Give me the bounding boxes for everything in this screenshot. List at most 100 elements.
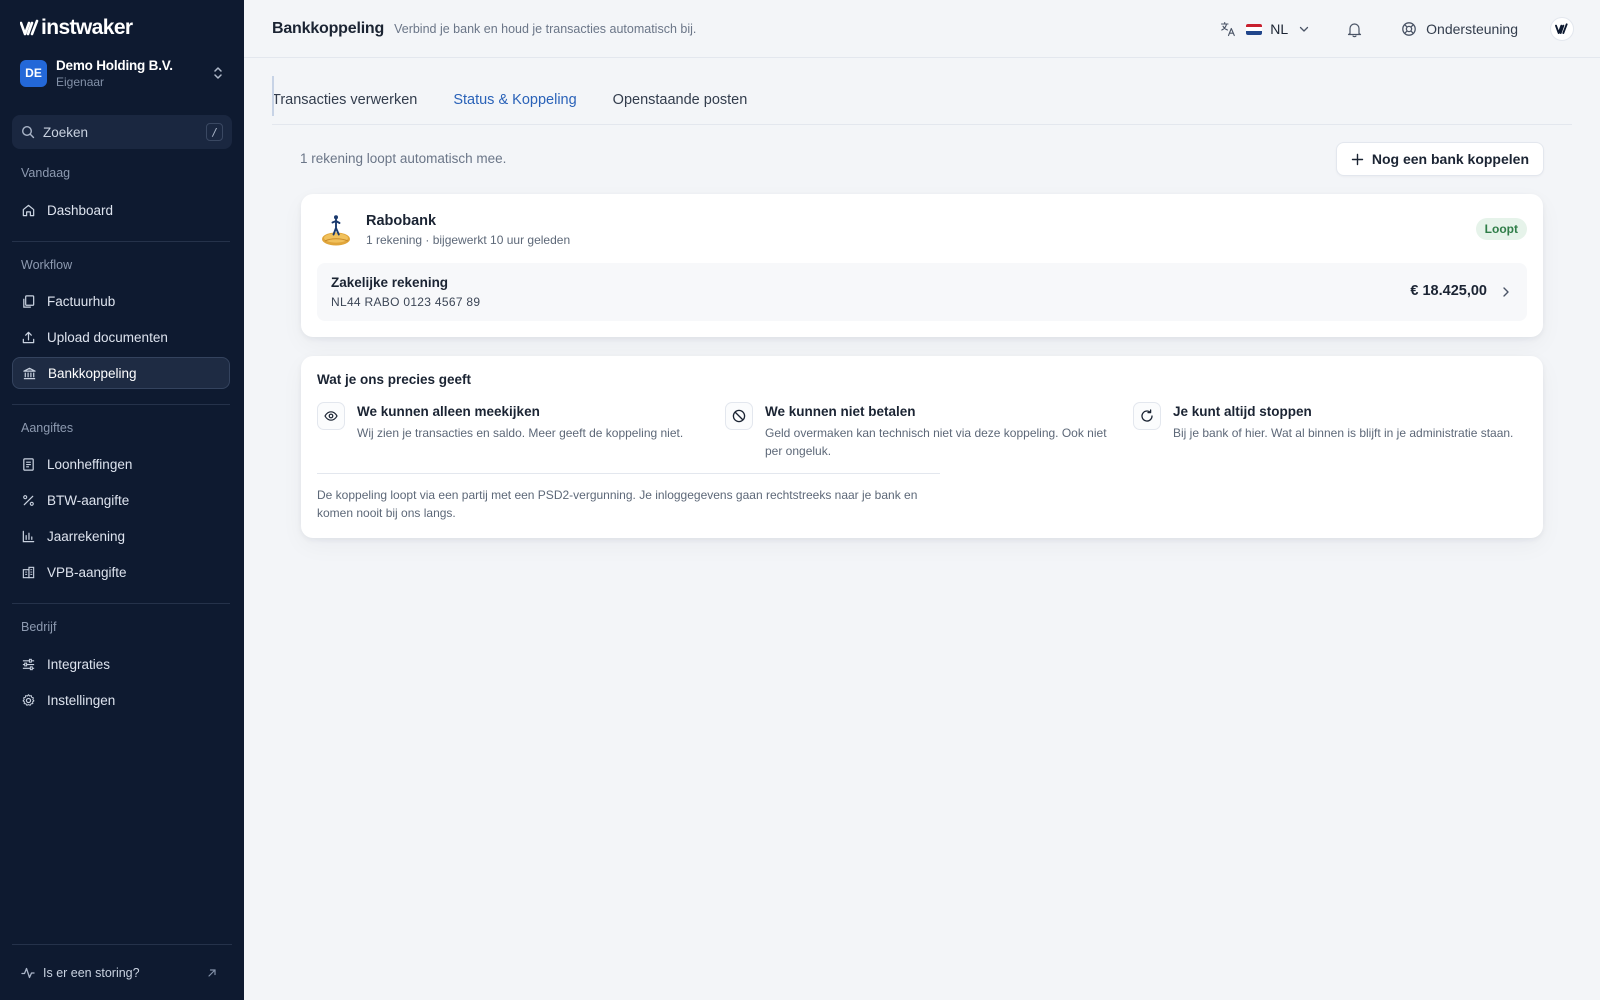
permissions-info-card: Wat je ons precies geeft We kunnen allee… xyxy=(301,356,1543,538)
sidebar-item-label: Loonheffingen xyxy=(47,456,133,472)
support-label: Ondersteuning xyxy=(1426,21,1518,37)
org-name: Demo Holding B.V. xyxy=(56,57,173,73)
sidebar: instwaker DE Demo Holding B.V. Eigenaar … xyxy=(0,0,244,1000)
sidebar-item-btw-aangifte[interactable]: BTW-aangifte xyxy=(12,484,230,516)
logo-mark-icon xyxy=(1555,23,1568,34)
sidebar-item-dashboard[interactable]: Dashboard xyxy=(12,194,230,226)
section-label-workflow: Workflow xyxy=(21,258,73,272)
tab-transacties-verwerken[interactable]: Transacties verwerken xyxy=(272,92,417,108)
sidebar-item-upload-documenten[interactable]: Upload documenten xyxy=(12,321,230,353)
language-selector[interactable]: NL xyxy=(1220,21,1310,37)
sidebar-divider xyxy=(12,241,230,242)
brand-name: instwaker xyxy=(41,16,133,39)
accounts-count-text: 1 rekening loopt automatisch mee. xyxy=(300,151,507,166)
building-icon xyxy=(22,566,35,578)
account-balance: € 18.425,00 xyxy=(1410,283,1487,299)
activity-icon xyxy=(21,967,35,978)
files-icon xyxy=(23,294,35,308)
sidebar-item-integraties[interactable]: Integraties xyxy=(12,648,230,680)
search-shortcut: / xyxy=(206,123,223,141)
sidebar-item-label: Instellingen xyxy=(47,692,116,708)
sidebar-item-instellingen[interactable]: Instellingen xyxy=(12,684,230,716)
dutch-flag-icon xyxy=(1246,23,1263,35)
feature-description: Wij zien je transacties en saldo. Meer g… xyxy=(357,426,684,440)
account-row[interactable]: Zakelijke rekening NL44 RABO 0123 4567 8… xyxy=(317,263,1527,321)
sidebar-item-label: Upload documenten xyxy=(47,329,168,345)
sidebar-item-factuurhub[interactable]: Factuurhub xyxy=(12,285,230,317)
bar-chart-icon xyxy=(22,530,35,542)
sidebar-item-vpb-aangifte[interactable]: VPB-aangifte xyxy=(12,556,230,588)
rabobank-logo-icon xyxy=(322,215,350,246)
chevron-right-icon xyxy=(1503,287,1509,297)
org-role: Eigenaar xyxy=(56,74,105,89)
user-avatar[interactable] xyxy=(1550,17,1574,41)
sidebar-item-label: VPB-aangifte xyxy=(47,564,127,580)
psd2-note: De koppeling loopt via een partij met ee… xyxy=(317,488,918,520)
sidebar-item-label: Jaarrekening xyxy=(47,528,126,544)
page-subtitle: Verbind je bank en houd je transacties a… xyxy=(394,21,697,36)
tab-marker xyxy=(272,76,274,116)
feature-description: Geld overmaken kan technisch niet via de… xyxy=(765,426,1107,458)
sidebar-item-label: Factuurhub xyxy=(47,293,116,309)
sidebar-item-label: BTW-aangifte xyxy=(47,492,130,508)
tab-status-koppeling[interactable]: Status & Koppeling xyxy=(453,92,576,108)
percent-icon xyxy=(23,494,34,506)
tab-openstaande-posten[interactable]: Openstaande posten xyxy=(613,92,748,108)
sidebar-item-loonheffingen[interactable]: Loonheffingen xyxy=(12,448,230,480)
sliders-icon xyxy=(22,658,35,670)
status-badge: Loopt xyxy=(1475,218,1527,240)
logo-mark-icon xyxy=(20,19,39,36)
outage-status-label: Is er een storing? xyxy=(43,965,140,980)
search-icon xyxy=(21,125,35,139)
feature-icon-box xyxy=(725,402,753,430)
add-bank-label: Nog een bank koppelen xyxy=(1371,151,1529,167)
feature-icon-box xyxy=(317,402,345,430)
account-iban: NL44 RABO 0123 4567 89 xyxy=(331,295,481,309)
section-label-aangiftes: Aangiftes xyxy=(21,421,74,435)
bell-icon[interactable] xyxy=(1346,21,1363,38)
list-doc-icon xyxy=(23,457,34,471)
bank-meta: 1 rekening · bijgewerkt 10 uur geleden xyxy=(366,233,571,247)
feature-title: Je kunt altijd stoppen xyxy=(1173,404,1312,419)
tab-bar: Transacties verwerken Status & Koppeling… xyxy=(272,76,1572,125)
add-bank-button[interactable]: Nog een bank koppelen xyxy=(1335,142,1544,176)
feature-title: We kunnen niet betalen xyxy=(765,404,916,419)
outage-status-link[interactable]: Is er een storing? xyxy=(12,944,232,1000)
external-arrow-icon xyxy=(208,968,216,977)
account-name: Zakelijke rekening xyxy=(331,275,449,290)
home-icon xyxy=(22,204,35,216)
sidebar-item-label: Integraties xyxy=(47,656,111,672)
sidebar-divider xyxy=(12,404,230,405)
brand-logo[interactable]: instwaker xyxy=(20,16,133,40)
section-label-vandaag: Vandaag xyxy=(21,166,71,180)
sidebar-item-label: Bankkoppeling xyxy=(48,365,137,381)
org-switcher[interactable]: DE Demo Holding B.V. Eigenaar xyxy=(12,52,232,94)
ban-icon xyxy=(732,409,746,423)
search-input[interactable]: Zoeken / xyxy=(12,115,232,149)
translate-icon xyxy=(1221,21,1236,37)
eye-icon xyxy=(324,411,338,421)
feature-title: We kunnen alleen meekijken xyxy=(357,404,540,419)
upload-icon xyxy=(22,331,35,343)
bank-name: Rabobank xyxy=(366,213,437,229)
info-divider xyxy=(317,473,940,474)
feature-description: Bij je bank of hier. Wat al binnen is bl… xyxy=(1173,426,1514,440)
plus-icon xyxy=(1351,153,1364,165)
sidebar-item-jaarrekening[interactable]: Jaarrekening xyxy=(12,520,230,552)
refresh-icon xyxy=(1141,409,1153,422)
bank-icon xyxy=(23,367,36,379)
language-code: NL xyxy=(1270,21,1289,37)
support-button[interactable]: Ondersteuning xyxy=(1401,21,1518,37)
sidebar-item-bankkoppeling[interactable]: Bankkoppeling xyxy=(12,357,230,389)
bank-connection-card: Rabobank 1 rekening · bijgewerkt 10 uur … xyxy=(301,194,1543,337)
search-placeholder: Zoeken xyxy=(43,124,89,140)
sidebar-divider xyxy=(12,603,230,604)
top-bar: Bankkoppeling Verbind je bank en houd je… xyxy=(244,0,1600,58)
chevron-up-down-icon xyxy=(214,67,222,79)
feature-icon-box xyxy=(1133,402,1161,430)
chevron-down-icon xyxy=(1300,26,1309,32)
org-avatar: DE xyxy=(20,59,47,87)
sidebar-item-label: Dashboard xyxy=(47,202,114,218)
page-title: Bankkoppeling xyxy=(272,19,385,37)
gear-icon xyxy=(22,693,35,706)
